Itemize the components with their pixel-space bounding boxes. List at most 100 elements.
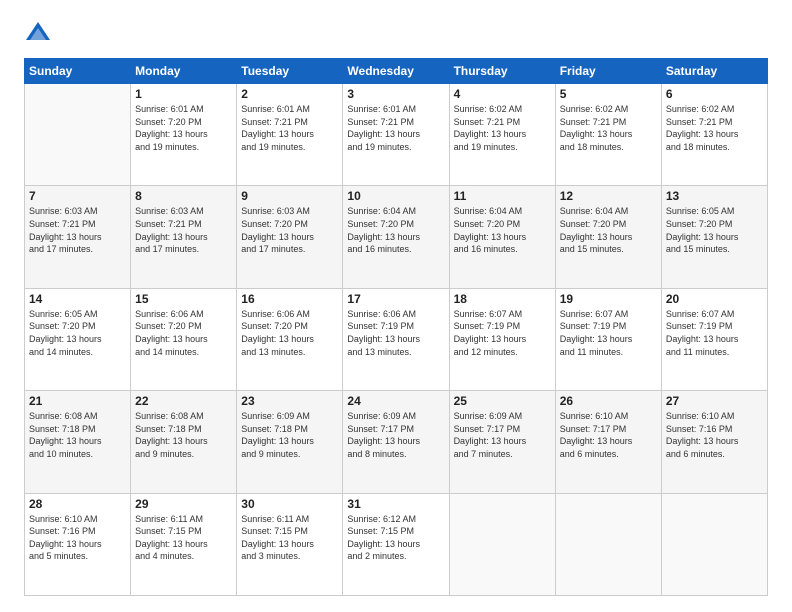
day-info: Sunrise: 6:12 AM Sunset: 7:15 PM Dayligh… bbox=[347, 513, 444, 563]
calendar-cell: 27 Sunrise: 6:10 AM Sunset: 7:16 PM Dayli… bbox=[661, 391, 767, 493]
day-number: 4 bbox=[454, 87, 551, 101]
day-info: Sunrise: 6:07 AM Sunset: 7:19 PM Dayligh… bbox=[454, 308, 551, 358]
day-info: Sunrise: 6:09 AM Sunset: 7:17 PM Dayligh… bbox=[347, 410, 444, 460]
day-number: 17 bbox=[347, 292, 444, 306]
calendar-cell: 8 Sunrise: 6:03 AM Sunset: 7:21 PM Daylig… bbox=[131, 186, 237, 288]
day-info: Sunrise: 6:05 AM Sunset: 7:20 PM Dayligh… bbox=[29, 308, 126, 358]
day-info: Sunrise: 6:08 AM Sunset: 7:18 PM Dayligh… bbox=[135, 410, 232, 460]
day-info: Sunrise: 6:11 AM Sunset: 7:15 PM Dayligh… bbox=[135, 513, 232, 563]
calendar-cell: 17 Sunrise: 6:06 AM Sunset: 7:19 PM Dayli… bbox=[343, 288, 449, 390]
day-info: Sunrise: 6:10 AM Sunset: 7:16 PM Dayligh… bbox=[29, 513, 126, 563]
calendar-cell: 30 Sunrise: 6:11 AM Sunset: 7:15 PM Dayli… bbox=[237, 493, 343, 595]
day-info: Sunrise: 6:08 AM Sunset: 7:18 PM Dayligh… bbox=[29, 410, 126, 460]
day-number: 19 bbox=[560, 292, 657, 306]
day-number: 3 bbox=[347, 87, 444, 101]
day-number: 31 bbox=[347, 497, 444, 511]
day-info: Sunrise: 6:11 AM Sunset: 7:15 PM Dayligh… bbox=[241, 513, 338, 563]
day-number: 26 bbox=[560, 394, 657, 408]
page: SundayMondayTuesdayWednesdayThursdayFrid… bbox=[0, 0, 792, 612]
calendar-cell: 18 Sunrise: 6:07 AM Sunset: 7:19 PM Dayli… bbox=[449, 288, 555, 390]
calendar-cell: 14 Sunrise: 6:05 AM Sunset: 7:20 PM Dayli… bbox=[25, 288, 131, 390]
calendar-cell: 3 Sunrise: 6:01 AM Sunset: 7:21 PM Daylig… bbox=[343, 84, 449, 186]
calendar-cell: 19Sunrise: 6:07 AM Sunset: 7:19 PM Dayli… bbox=[555, 288, 661, 390]
day-number: 21 bbox=[29, 394, 126, 408]
calendar-cell: 1 Sunrise: 6:01 AM Sunset: 7:20 PM Daylig… bbox=[131, 84, 237, 186]
calendar-cell: 2 Sunrise: 6:01 AM Sunset: 7:21 PM Daylig… bbox=[237, 84, 343, 186]
day-info: Sunrise: 6:03 AM Sunset: 7:21 PM Dayligh… bbox=[29, 205, 126, 255]
calendar-cell: 20Sunrise: 6:07 AM Sunset: 7:19 PM Dayli… bbox=[661, 288, 767, 390]
day-number: 1 bbox=[135, 87, 232, 101]
day-number: 5 bbox=[560, 87, 657, 101]
day-number: 25 bbox=[454, 394, 551, 408]
day-number: 15 bbox=[135, 292, 232, 306]
calendar-cell: 10 Sunrise: 6:04 AM Sunset: 7:20 PM Dayli… bbox=[343, 186, 449, 288]
day-number: 23 bbox=[241, 394, 338, 408]
col-header-tuesday: Tuesday bbox=[237, 59, 343, 84]
day-info: Sunrise: 6:02 AM Sunset: 7:21 PM Dayligh… bbox=[560, 103, 657, 153]
calendar-week-row: 14 Sunrise: 6:05 AM Sunset: 7:20 PM Dayli… bbox=[25, 288, 768, 390]
calendar-cell: 21 Sunrise: 6:08 AM Sunset: 7:18 PM Dayli… bbox=[25, 391, 131, 493]
day-info: Sunrise: 6:10 AM Sunset: 7:16 PM Dayligh… bbox=[666, 410, 763, 460]
col-header-monday: Monday bbox=[131, 59, 237, 84]
day-number: 6 bbox=[666, 87, 763, 101]
day-number: 12 bbox=[560, 189, 657, 203]
day-number: 14 bbox=[29, 292, 126, 306]
calendar-cell: 12 Sunrise: 6:04 AM Sunset: 7:20 PM Dayli… bbox=[555, 186, 661, 288]
header bbox=[24, 20, 768, 48]
calendar-cell bbox=[661, 493, 767, 595]
day-info: Sunrise: 6:06 AM Sunset: 7:20 PM Dayligh… bbox=[135, 308, 232, 358]
calendar-cell: 26 Sunrise: 6:10 AM Sunset: 7:17 PM Dayli… bbox=[555, 391, 661, 493]
day-info: Sunrise: 6:09 AM Sunset: 7:18 PM Dayligh… bbox=[241, 410, 338, 460]
day-number: 24 bbox=[347, 394, 444, 408]
calendar-header-row: SundayMondayTuesdayWednesdayThursdayFrid… bbox=[25, 59, 768, 84]
day-info: Sunrise: 6:01 AM Sunset: 7:21 PM Dayligh… bbox=[347, 103, 444, 153]
calendar-cell: 29 Sunrise: 6:11 AM Sunset: 7:15 PM Dayli… bbox=[131, 493, 237, 595]
day-info: Sunrise: 6:10 AM Sunset: 7:17 PM Dayligh… bbox=[560, 410, 657, 460]
day-number: 28 bbox=[29, 497, 126, 511]
calendar-cell bbox=[25, 84, 131, 186]
day-number: 2 bbox=[241, 87, 338, 101]
day-number: 30 bbox=[241, 497, 338, 511]
day-info: Sunrise: 6:02 AM Sunset: 7:21 PM Dayligh… bbox=[666, 103, 763, 153]
calendar-cell: 6 Sunrise: 6:02 AM Sunset: 7:21 PM Daylig… bbox=[661, 84, 767, 186]
calendar-cell: 13 Sunrise: 6:05 AM Sunset: 7:20 PM Dayli… bbox=[661, 186, 767, 288]
calendar-cell bbox=[555, 493, 661, 595]
calendar-cell: 31 Sunrise: 6:12 AM Sunset: 7:15 PM Dayli… bbox=[343, 493, 449, 595]
day-info: Sunrise: 6:06 AM Sunset: 7:20 PM Dayligh… bbox=[241, 308, 338, 358]
day-number: 13 bbox=[666, 189, 763, 203]
day-info: Sunrise: 6:02 AM Sunset: 7:21 PM Dayligh… bbox=[454, 103, 551, 153]
day-number: 22 bbox=[135, 394, 232, 408]
day-number: 29 bbox=[135, 497, 232, 511]
day-info: Sunrise: 6:04 AM Sunset: 7:20 PM Dayligh… bbox=[454, 205, 551, 255]
calendar-week-row: 7Sunrise: 6:03 AM Sunset: 7:21 PM Daylig… bbox=[25, 186, 768, 288]
logo-icon bbox=[24, 20, 52, 48]
day-info: Sunrise: 6:03 AM Sunset: 7:21 PM Dayligh… bbox=[135, 205, 232, 255]
day-number: 9 bbox=[241, 189, 338, 203]
calendar-cell: 4 Sunrise: 6:02 AM Sunset: 7:21 PM Daylig… bbox=[449, 84, 555, 186]
day-info: Sunrise: 6:04 AM Sunset: 7:20 PM Dayligh… bbox=[560, 205, 657, 255]
day-number: 8 bbox=[135, 189, 232, 203]
logo bbox=[24, 20, 56, 48]
day-info: Sunrise: 6:01 AM Sunset: 7:20 PM Dayligh… bbox=[135, 103, 232, 153]
col-header-friday: Friday bbox=[555, 59, 661, 84]
day-info: Sunrise: 6:06 AM Sunset: 7:19 PM Dayligh… bbox=[347, 308, 444, 358]
calendar-cell: 24 Sunrise: 6:09 AM Sunset: 7:17 PM Dayli… bbox=[343, 391, 449, 493]
calendar-cell: 7Sunrise: 6:03 AM Sunset: 7:21 PM Daylig… bbox=[25, 186, 131, 288]
day-info: Sunrise: 6:05 AM Sunset: 7:20 PM Dayligh… bbox=[666, 205, 763, 255]
col-header-wednesday: Wednesday bbox=[343, 59, 449, 84]
calendar-cell bbox=[449, 493, 555, 595]
day-number: 27 bbox=[666, 394, 763, 408]
day-info: Sunrise: 6:07 AM Sunset: 7:19 PM Dayligh… bbox=[666, 308, 763, 358]
day-info: Sunrise: 6:09 AM Sunset: 7:17 PM Dayligh… bbox=[454, 410, 551, 460]
calendar-cell: 28 Sunrise: 6:10 AM Sunset: 7:16 PM Dayli… bbox=[25, 493, 131, 595]
calendar-cell: 22 Sunrise: 6:08 AM Sunset: 7:18 PM Dayli… bbox=[131, 391, 237, 493]
day-info: Sunrise: 6:01 AM Sunset: 7:21 PM Dayligh… bbox=[241, 103, 338, 153]
day-number: 11 bbox=[454, 189, 551, 203]
col-header-thursday: Thursday bbox=[449, 59, 555, 84]
calendar-cell: 15 Sunrise: 6:06 AM Sunset: 7:20 PM Dayli… bbox=[131, 288, 237, 390]
day-number: 16 bbox=[241, 292, 338, 306]
day-info: Sunrise: 6:04 AM Sunset: 7:20 PM Dayligh… bbox=[347, 205, 444, 255]
day-number: 18 bbox=[454, 292, 551, 306]
day-number: 10 bbox=[347, 189, 444, 203]
calendar-cell: 11 Sunrise: 6:04 AM Sunset: 7:20 PM Dayli… bbox=[449, 186, 555, 288]
